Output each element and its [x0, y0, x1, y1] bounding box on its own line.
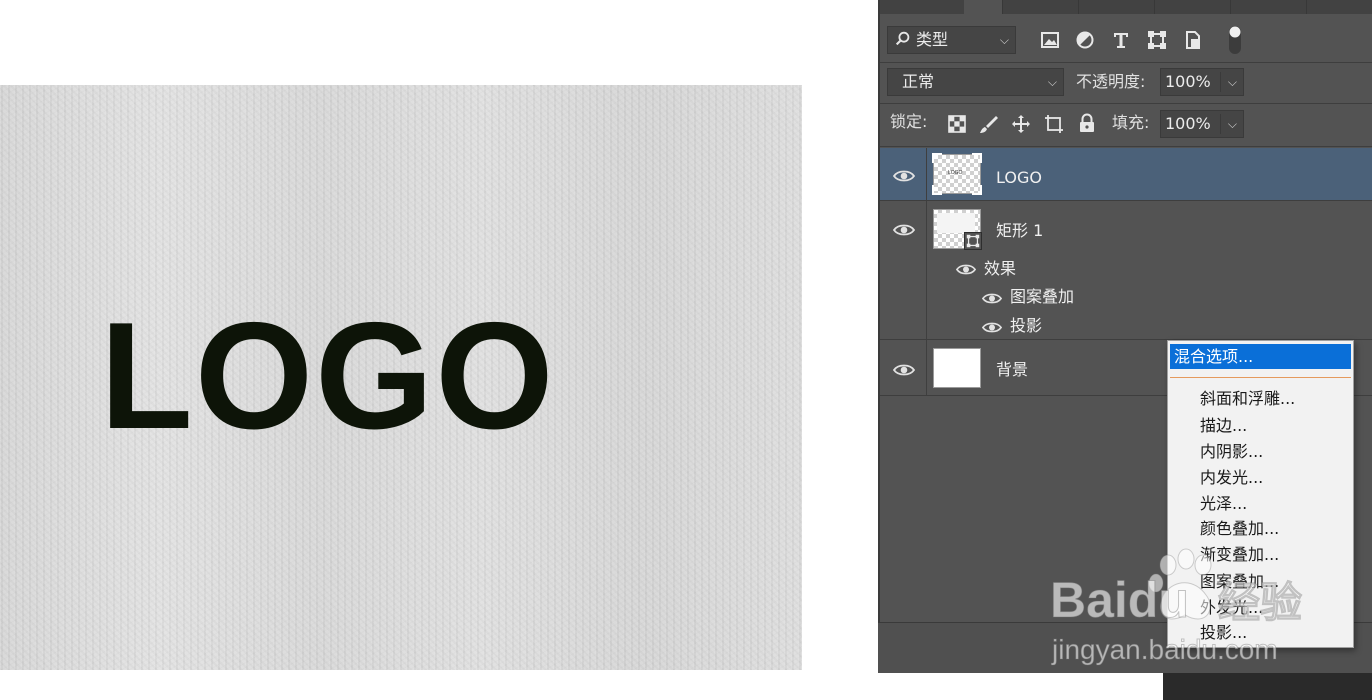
opacity-value: 100%	[1165, 72, 1211, 91]
effect-visibility-eye-icon[interactable]	[982, 321, 1002, 334]
blend-mode-dropdown[interactable]: 正常 ⌵	[887, 68, 1064, 96]
menu-item-inner-glow[interactable]: 内发光...	[1170, 465, 1351, 490]
layer-row-rectangle[interactable]: 矩形 1 效果 图案叠加 投影	[880, 201, 1372, 339]
divider	[926, 148, 927, 200]
panel-tab[interactable]	[1078, 0, 1155, 14]
blend-mode-value: 正常	[902, 72, 935, 91]
thumbnail-corner	[972, 185, 982, 195]
search-icon	[894, 30, 912, 48]
effects-label: 效果	[984, 259, 1017, 278]
panel-tab-layers[interactable]	[964, 0, 1003, 14]
menu-item-inner-shadow[interactable]: 内阴影...	[1170, 439, 1351, 464]
filter-toggle-icon[interactable]	[1228, 25, 1242, 55]
opacity-label: 不透明度:	[1076, 72, 1146, 91]
lock-image-pixels-icon[interactable]	[979, 114, 999, 134]
logo-text: LOGO	[100, 291, 556, 461]
menu-item-color-overlay[interactable]: 颜色叠加...	[1170, 516, 1351, 541]
image-filter-icon[interactable]	[1039, 29, 1061, 51]
divider	[880, 146, 1372, 147]
layer-name: 矩形 1	[996, 221, 1044, 240]
thumbnail-corner	[932, 153, 942, 163]
thumbnail-preview-text: LOGO	[948, 170, 963, 176]
thumbnail-corner	[932, 185, 942, 195]
divider	[1220, 114, 1221, 134]
fill-input[interactable]: 100% ⌵	[1160, 110, 1244, 138]
divider	[1220, 72, 1221, 92]
layer-row-logo[interactable]: LOGO LOGO	[880, 148, 1372, 200]
divider	[880, 103, 1372, 104]
menu-separator	[1170, 377, 1351, 378]
layer-name: LOGO	[996, 168, 1042, 187]
adjustment-filter-icon[interactable]	[1074, 29, 1096, 51]
menu-item-satin[interactable]: 光泽...	[1170, 491, 1351, 516]
layer-thumbnail	[933, 348, 981, 388]
type-filter-icon[interactable]	[1110, 29, 1132, 51]
panel-tab[interactable]	[1230, 0, 1307, 14]
visibility-eye-icon[interactable]	[893, 363, 915, 377]
panel-tab[interactable]	[880, 0, 965, 14]
effects-visibility-eye-icon[interactable]	[956, 263, 976, 276]
lock-transparent-pixels-icon[interactable]	[947, 114, 967, 134]
layer-thumbnail	[933, 209, 982, 250]
shape-layer-icon	[964, 232, 982, 250]
layer-style-context-menu: 混合选项... 斜面和浮雕... 描边... 内阴影... 内发光... 光泽.…	[1167, 340, 1354, 648]
fill-value: 100%	[1165, 114, 1211, 133]
layer-filter-label: 类型	[916, 30, 949, 49]
workspace-background	[1163, 673, 1372, 700]
divider	[926, 201, 927, 339]
chevron-down-icon: ⌵	[999, 33, 1009, 47]
layer-thumbnail: LOGO	[932, 153, 982, 195]
divider	[926, 340, 927, 395]
chevron-down-icon: ⌵	[1227, 117, 1237, 131]
divider	[880, 62, 1372, 63]
menu-item-stroke[interactable]: 描边...	[1170, 413, 1351, 438]
effect-visibility-eye-icon[interactable]	[982, 292, 1002, 305]
visibility-eye-icon[interactable]	[893, 169, 915, 183]
smart-object-filter-icon[interactable]	[1182, 29, 1204, 51]
chevron-down-icon: ⌵	[1047, 75, 1057, 89]
panel-tab[interactable]	[1154, 0, 1231, 14]
menu-item-pattern-overlay[interactable]: 图案叠加...	[1170, 569, 1351, 594]
panel-tab-bar	[880, 0, 1372, 14]
menu-item-blending-options[interactable]: 混合选项...	[1170, 344, 1351, 369]
visibility-eye-icon[interactable]	[893, 223, 915, 237]
thumbnail-rect-fill	[937, 213, 975, 233]
lock-position-icon[interactable]	[1011, 114, 1031, 134]
effect-drop-shadow[interactable]: 投影	[1010, 316, 1042, 336]
layer-filter-dropdown[interactable]: 类型 ⌵	[887, 26, 1016, 54]
thumbnail-corner	[972, 153, 982, 163]
layer-name: 背景	[996, 360, 1029, 379]
chevron-down-icon: ⌵	[1227, 75, 1237, 89]
menu-item-bevel-emboss[interactable]: 斜面和浮雕...	[1170, 386, 1351, 411]
menu-item-gradient-overlay[interactable]: 渐变叠加...	[1170, 542, 1351, 567]
lock-artboard-icon[interactable]	[1044, 114, 1064, 134]
effect-pattern-overlay[interactable]: 图案叠加	[1010, 287, 1074, 307]
panel-tab[interactable]	[1002, 0, 1079, 14]
opacity-input[interactable]: 100% ⌵	[1160, 68, 1244, 96]
menu-item-drop-shadow[interactable]: 投影...	[1170, 620, 1351, 645]
shape-filter-icon[interactable]	[1146, 29, 1168, 51]
fill-label: 填充:	[1112, 113, 1150, 132]
lock-label: 锁定:	[890, 112, 928, 131]
menu-item-outer-glow[interactable]: 外发光...	[1170, 595, 1351, 620]
lock-all-icon[interactable]	[1077, 113, 1097, 133]
